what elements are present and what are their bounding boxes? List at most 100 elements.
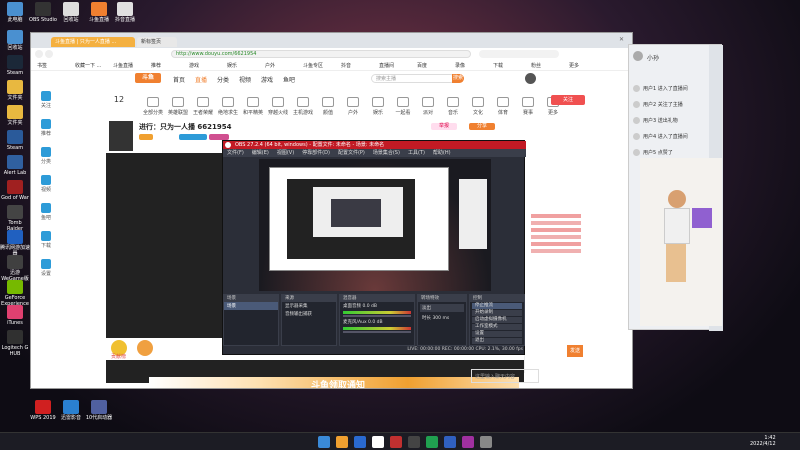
- sidebar-item[interactable]: 下载: [35, 231, 57, 253]
- scene-item[interactable]: 场景: [224, 302, 278, 310]
- bookmark-item[interactable]: 推荐: [151, 62, 161, 69]
- desktop-icon[interactable]: Tomb Raider: [0, 205, 30, 232]
- sidebar-item[interactable]: 分类: [35, 147, 57, 169]
- obs-menu-item[interactable]: 工具(T): [404, 150, 429, 156]
- avatar[interactable]: [633, 51, 643, 61]
- bookmark-item[interactable]: 下载: [493, 62, 503, 69]
- control-button[interactable]: 退出: [472, 338, 522, 344]
- desktop-icon[interactable]: OBS Studio: [28, 2, 58, 23]
- obs-menu-item[interactable]: 文件(F): [223, 150, 248, 156]
- bookmark-item[interactable]: 斗鱼直播: [113, 62, 133, 69]
- obs-menu-item[interactable]: 配置文件(P): [334, 150, 369, 156]
- avatar[interactable]: [633, 149, 640, 156]
- desktop-icon[interactable]: 抖音直播: [110, 2, 140, 23]
- bookmark-item[interactable]: 户外: [265, 62, 275, 69]
- category-item[interactable]: 主机游戏: [291, 97, 315, 116]
- avatar[interactable]: [633, 85, 640, 92]
- desktop-icon[interactable]: Logitech G HUB: [0, 330, 30, 357]
- control-button[interactable]: 设置: [472, 331, 522, 337]
- taskbar-app-icon[interactable]: [462, 436, 474, 448]
- obs-menu-item[interactable]: 停靠部件(D): [298, 150, 334, 156]
- taskbar-app-icon[interactable]: [336, 436, 348, 448]
- category-item[interactable]: 体育: [491, 97, 515, 116]
- desktop-icon[interactable]: GeForce Experience: [0, 280, 30, 307]
- search-input[interactable]: 搜索主播: [371, 74, 455, 83]
- avatar[interactable]: [633, 133, 640, 140]
- category-item[interactable]: 赛事: [516, 97, 540, 116]
- control-button[interactable]: 停止推流: [472, 303, 522, 309]
- bookmark-item[interactable]: 百度: [417, 62, 427, 69]
- desktop-icon[interactable]: 文件夹: [0, 80, 30, 101]
- desktop-icon[interactable]: God of War: [0, 180, 30, 201]
- bookmark-item[interactable]: 收藏一下 ...: [75, 62, 101, 69]
- category-item[interactable]: 绝地求生: [216, 97, 240, 116]
- obs-menu-item[interactable]: 帮助(H): [429, 150, 455, 156]
- bookmark-item[interactable]: 更多: [569, 62, 579, 69]
- follow-button[interactable]: 关注: [551, 95, 585, 105]
- address-bar[interactable]: http://www.douyu.com/6621954: [171, 50, 471, 58]
- source-item[interactable]: 音频输出捕获: [282, 310, 336, 318]
- nav-item[interactable]: 游戏: [261, 75, 273, 84]
- category-item[interactable]: 派对: [416, 97, 440, 116]
- streamer-avatar[interactable]: [109, 121, 133, 151]
- desktop-icon[interactable]: 回收站: [56, 2, 86, 23]
- avatar[interactable]: [525, 73, 536, 84]
- chat-input[interactable]: 这里输入聊天内容: [471, 369, 539, 383]
- nav-item[interactable]: 分类: [217, 75, 229, 84]
- tab-douyu[interactable]: 斗鱼直播 | 只为一人直播 ...: [51, 37, 135, 47]
- bookmark-item[interactable]: 粉丝: [531, 62, 541, 69]
- browser-search[interactable]: [479, 50, 559, 58]
- category-item[interactable]: 和平精英: [241, 97, 265, 116]
- taskbar-app-icon[interactable]: [390, 436, 402, 448]
- sidebar-item[interactable]: 推荐: [35, 119, 57, 141]
- obs-menu-item[interactable]: 视图(V): [273, 150, 298, 156]
- back-icon[interactable]: [35, 50, 43, 58]
- taskbar-app-icon[interactable]: [408, 436, 420, 448]
- bookmark-item[interactable]: 直播间: [379, 62, 394, 69]
- share-button[interactable]: 分享: [469, 123, 495, 130]
- category-item[interactable]: 颜值: [316, 97, 340, 116]
- avatar[interactable]: [633, 117, 640, 124]
- clock[interactable]: 1:42 2022/4/12: [750, 435, 776, 447]
- category-item[interactable]: 一起看: [391, 97, 415, 116]
- desktop-icon[interactable]: 回收站: [0, 30, 30, 51]
- obs-menu-item[interactable]: 场景集合(S): [369, 150, 404, 156]
- report-button[interactable]: 举报: [431, 123, 457, 130]
- category-item[interactable]: 文化: [466, 97, 490, 116]
- bookmark-item[interactable]: 录像: [455, 62, 465, 69]
- volume-slider[interactable]: [343, 315, 411, 317]
- nav-item[interactable]: 直播: [195, 75, 207, 84]
- control-button[interactable]: 启动虚拟摄像机: [472, 317, 522, 323]
- desktop-icon[interactable]: 腾讯网游加速器: [0, 230, 30, 257]
- desktop-icon[interactable]: WPS 2019: [28, 400, 58, 421]
- bookmark-item[interactable]: 游戏: [189, 62, 199, 69]
- bookmark-item[interactable]: 娱乐: [227, 62, 237, 69]
- sidebar-item[interactable]: 关注: [35, 91, 57, 113]
- sidebar-item[interactable]: 鱼吧: [35, 203, 57, 225]
- desktop-icon[interactable]: 文件夹: [0, 105, 30, 126]
- nav-item[interactable]: 视频: [239, 75, 251, 84]
- source-item[interactable]: 显示器采集: [282, 302, 336, 310]
- taskbar-app-icon[interactable]: [444, 436, 456, 448]
- transition-select[interactable]: 淡出: [420, 304, 464, 312]
- category-item[interactable]: 穿越火线: [266, 97, 290, 116]
- category-item[interactable]: 全部分类: [141, 97, 165, 116]
- desktop-icon[interactable]: Alert Lab: [0, 155, 30, 176]
- desktop-icon[interactable]: iTunes: [0, 305, 30, 326]
- taskbar-app-icon[interactable]: [354, 436, 366, 448]
- search-button[interactable]: 搜索: [452, 74, 464, 83]
- obs-menu-item[interactable]: 编辑(E): [248, 150, 273, 156]
- close-icon[interactable]: ✕: [619, 36, 624, 43]
- desktop-icon[interactable]: Steam: [0, 130, 30, 151]
- taskbar-app-icon[interactable]: [426, 436, 438, 448]
- obs-preview[interactable]: [259, 159, 491, 291]
- control-button[interactable]: 工作室模式: [472, 324, 522, 330]
- bookmark-item[interactable]: 斗鱼专区: [303, 62, 323, 69]
- desktop-icon[interactable]: 此电脑: [0, 2, 30, 23]
- desktop-icon[interactable]: 10代启动器: [84, 400, 114, 421]
- category-item[interactable]: 户外: [341, 97, 365, 116]
- bookmark-item[interactable]: 书签: [37, 62, 47, 69]
- start-icon[interactable]: [318, 436, 330, 448]
- category-item[interactable]: 娱乐: [366, 97, 390, 116]
- sidebar-item[interactable]: 视频: [35, 175, 57, 197]
